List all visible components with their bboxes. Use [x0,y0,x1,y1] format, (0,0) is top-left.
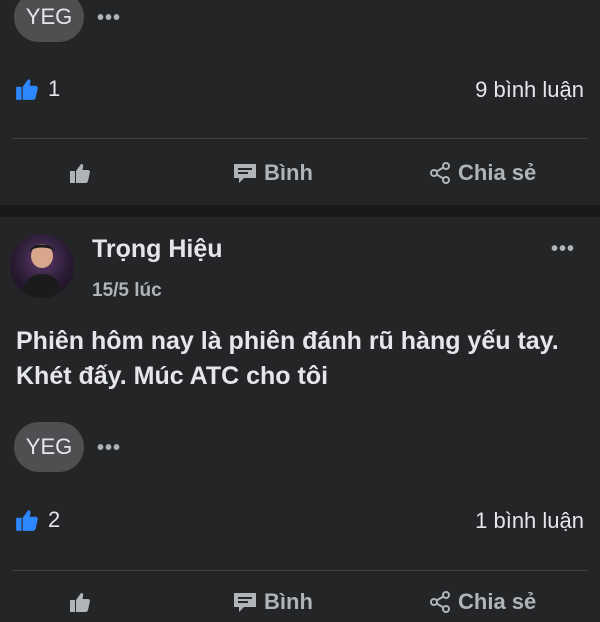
comment-button-label: Bình [264,160,313,185]
comment-button[interactable]: Bình [232,582,313,622]
tag-chip-yeg[interactable]: YEG [14,422,84,472]
post-timestamp[interactable]: 15/5 lúc [92,280,162,302]
tag-chip-label: YEG [25,4,73,29]
reaction-summary[interactable]: 2 [14,507,60,533]
share-button[interactable]: Chia sẻ [428,153,536,193]
reaction-summary[interactable]: 1 [14,76,60,102]
share-icon [430,162,450,184]
post-card-2: Trọng Hiệu 15/5 lúc ••• Phiên hôm nay là… [0,217,600,614]
like-count: 2 [48,507,61,532]
tag-chip-label: YEG [25,434,73,459]
avatar[interactable] [10,234,74,298]
author-name[interactable]: Trọng Hiệu [92,235,223,264]
divider [12,138,588,139]
thumbs-up-icon [16,79,38,100]
comment-button-label: Bình [264,589,313,614]
post-card-1: YEG ••• 1 9 bình luận Bình Chia sẻ [0,0,600,205]
comment-icon [234,164,256,183]
share-button[interactable]: Chia sẻ [428,582,536,622]
thumbs-up-icon [70,164,90,183]
thumbs-up-icon [16,510,38,531]
like-button[interactable] [68,582,98,622]
more-options-icon[interactable]: ••• [97,8,121,28]
avatar-photo [22,244,62,298]
more-options-icon[interactable]: ••• [551,239,575,259]
action-bar: Bình Chia sẻ [0,582,600,622]
more-options-icon[interactable]: ••• [97,438,121,458]
thumbs-up-icon [70,593,90,612]
share-button-label: Chia sẻ [458,589,537,614]
divider [12,570,588,571]
like-button[interactable] [68,153,98,193]
action-bar: Bình Chia sẻ [0,153,600,193]
comment-button[interactable]: Bình [232,153,313,193]
post-separator [0,205,600,217]
comment-count[interactable]: 1 bình luận [475,508,584,534]
share-button-label: Chia sẻ [458,160,537,185]
comment-icon [234,593,256,612]
tag-chip-yeg[interactable]: YEG [14,0,84,42]
post-body: Phiên hôm nay là phiên đánh rũ hàng yếu … [16,327,559,390]
comment-count[interactable]: 9 bình luận [475,77,584,103]
share-icon [430,591,450,613]
like-count: 1 [48,76,61,101]
